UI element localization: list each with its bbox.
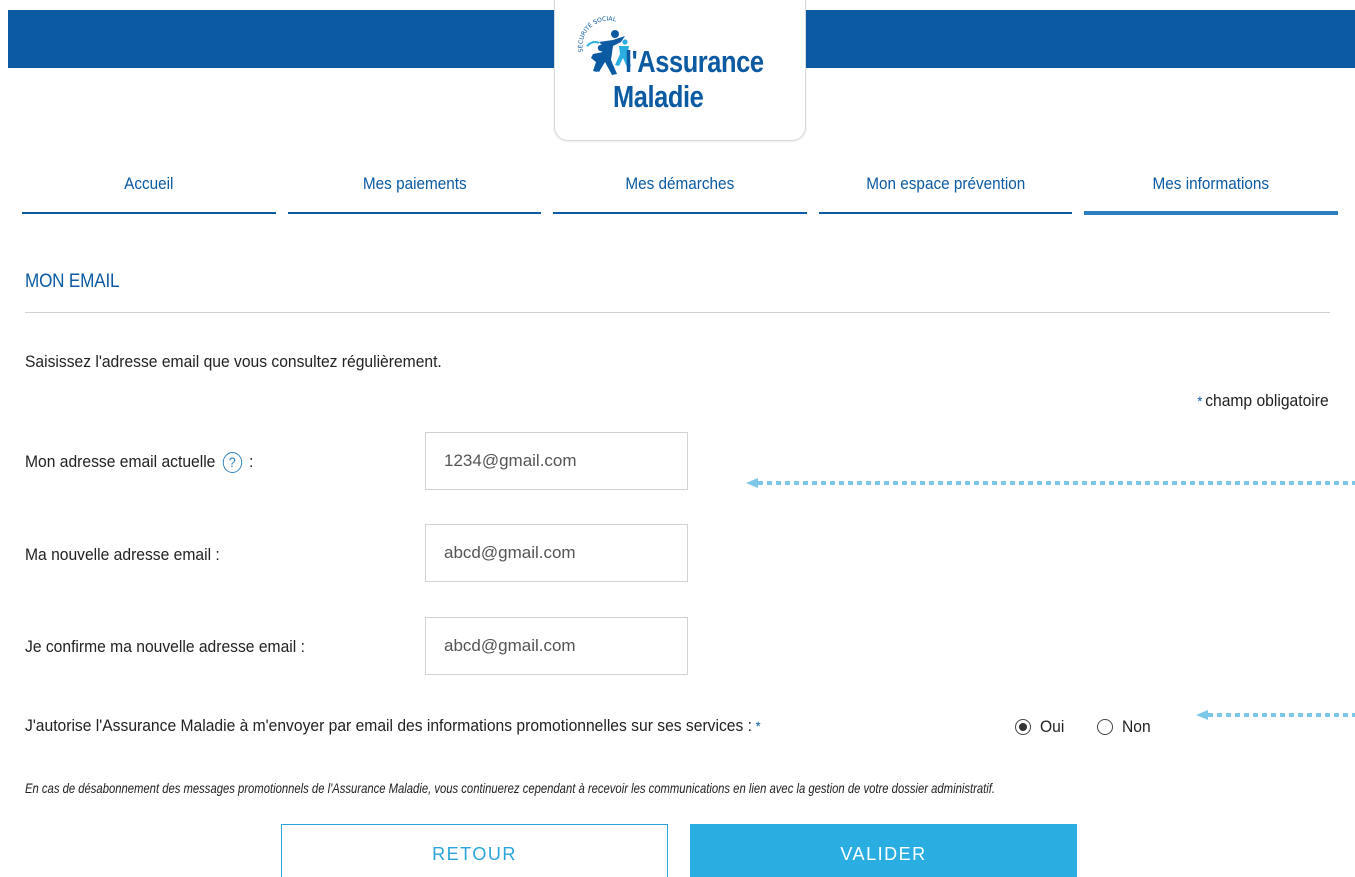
promo-consent-text: J'autorise l'Assurance Maladie à m'envoy…	[25, 716, 752, 735]
pointer-arrow-current-email-icon	[746, 478, 1355, 488]
assurance-maladie-logo[interactable]: SÉCURITÉ SOCIALE l'Assurance Maladie	[554, 0, 806, 141]
new-email-label: Ma nouvelle adresse email :	[25, 545, 220, 564]
consent-option-label: Non	[1122, 717, 1151, 736]
consent-option-oui[interactable]: Oui	[1015, 717, 1066, 737]
nav-tab-accueil[interactable]: Accueil	[22, 168, 276, 216]
promo-consent-label: J'autorise l'Assurance Maladie à m'envoy…	[25, 716, 761, 736]
required-star-icon: *	[755, 718, 761, 734]
radio-checked-icon[interactable]	[1015, 719, 1031, 735]
nav-tab-underline	[553, 212, 807, 214]
retour-button[interactable]: RETOUR	[281, 824, 668, 877]
nav-tab-mes-informations[interactable]: Mes informations	[1084, 168, 1338, 216]
new-email-field[interactable]	[425, 524, 688, 582]
nav-tab-label: Mon espace prévention	[866, 174, 1026, 193]
help-icon[interactable]: ?	[222, 452, 242, 474]
confirm-email-label: Je confirme ma nouvelle adresse email :	[25, 637, 305, 656]
valider-button[interactable]: VALIDER	[690, 824, 1077, 877]
main-navigation: Accueil Mes paiements Mes démarches Mon …	[22, 168, 1338, 216]
consent-option-non[interactable]: Non	[1097, 717, 1153, 737]
nav-tab-underline	[22, 212, 276, 214]
intro-text: Saisissez l'adresse email que vous consu…	[25, 352, 442, 371]
required-star-icon: *	[1197, 393, 1203, 409]
required-note-label: champ obligatoire	[1205, 391, 1329, 410]
page-title: MON EMAIL	[25, 271, 120, 292]
confirm-email-field[interactable]	[425, 617, 688, 675]
nav-tab-underline	[287, 212, 542, 214]
current-email-label: Mon adresse email actuelle ? :	[25, 452, 254, 474]
logo-wordmark-line1: l'Assurance	[625, 44, 764, 79]
nav-tab-mon-espace-prevention[interactable]: Mon espace prévention	[818, 168, 1073, 216]
required-field-note: * champ obligatoire	[1198, 391, 1329, 411]
section-divider	[25, 312, 1330, 313]
nav-tab-label: Mes informations	[1152, 174, 1270, 193]
nav-tab-label: Mes paiements	[362, 174, 467, 193]
logo-wordmark-line2: Maladie	[613, 79, 704, 114]
pointer-arrow-consent-icon	[1196, 710, 1355, 720]
current-email-field[interactable]	[425, 432, 688, 490]
nav-tab-mes-demarches[interactable]: Mes démarches	[553, 168, 807, 216]
radio-unchecked-icon[interactable]	[1097, 719, 1113, 735]
nav-tab-label: Mes démarches	[625, 174, 735, 193]
unsubscribe-disclaimer: En cas de désabonnement des messages pro…	[25, 780, 996, 796]
current-email-label-colon: :	[248, 452, 254, 471]
nav-tab-active-underline	[1084, 211, 1338, 215]
consent-option-label: Oui	[1040, 717, 1065, 736]
nav-tab-label: Accueil	[124, 174, 174, 193]
nav-tab-mes-paiements[interactable]: Mes paiements	[287, 168, 542, 216]
current-email-label-text: Mon adresse email actuelle	[25, 452, 216, 471]
nav-tab-underline	[818, 212, 1073, 214]
